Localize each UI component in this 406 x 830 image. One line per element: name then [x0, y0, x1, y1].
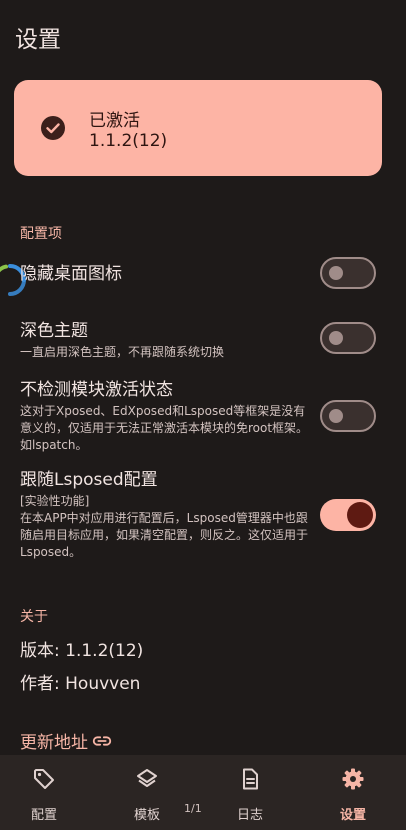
app-bar: 设置	[0, 0, 406, 72]
pref-dark-theme[interactable]: 深色主题 一直启用深色主题，不再跟随系统切换	[20, 320, 316, 361]
link-icon	[92, 735, 112, 746]
follow-lsposed-config-switch[interactable]	[320, 499, 376, 531]
page-indicator: 1/1	[184, 802, 202, 815]
switch-thumb	[329, 409, 343, 423]
pref-summary: 这对于Xposed、EdXposed和Lsposed等框架是没有意义的，仅适用于…	[20, 404, 309, 452]
dark-theme-switch[interactable]	[320, 322, 376, 354]
pref-title: 深色主题	[20, 321, 88, 341]
nav-label: 日志	[236, 808, 263, 823]
activation-status-card: 已激活 1.1.2(12)	[14, 80, 382, 176]
switch-thumb	[329, 266, 343, 280]
nav-item-logs[interactable]: 日志	[215, 755, 285, 830]
update-address-link[interactable]: 更新地址	[20, 728, 113, 753]
document-icon	[243, 768, 258, 790]
switch-thumb	[329, 331, 343, 345]
app-version: 版本: 1.1.2(12)	[20, 641, 144, 661]
activation-status-title: 已激活	[89, 111, 140, 131]
tag-icon	[34, 769, 54, 789]
gear-icon	[342, 768, 364, 790]
hide-launcher-icon-switch[interactable]	[320, 257, 376, 289]
check-circle-icon	[41, 116, 65, 140]
pref-follow-lsposed-config[interactable]: 跟随Lsposed配置 [实验性功能] 在本APP中对应用进行配置后，Lspos…	[20, 469, 316, 561]
nav-label: 配置	[30, 808, 57, 823]
activation-status-version: 1.1.2(12)	[89, 131, 168, 151]
nav-label: 模板	[133, 808, 160, 823]
bottom-navigation: 配置 模板 日志 设置 1/1	[0, 755, 406, 830]
pref-title: 跟随Lsposed配置	[20, 470, 158, 490]
pref-hide-launcher-icon[interactable]: 隐藏桌面图标	[20, 263, 316, 285]
nav-item-settings[interactable]: 设置	[318, 755, 388, 830]
section-label-about: 关于	[20, 609, 48, 625]
update-address-label: 更新地址	[20, 733, 88, 753]
nav-label: 设置	[339, 808, 366, 823]
layers-icon	[137, 769, 157, 787]
section-label-config: 配置项	[20, 226, 62, 242]
pref-summary-tag: [实验性功能]	[20, 494, 90, 508]
pref-summary: 一直启用深色主题，不再跟随系统切换	[20, 345, 225, 359]
pref-summary: 在本APP中对应用进行配置后，Lsposed管理器中也跟随启用目标应用，如果清空…	[20, 511, 309, 559]
pref-skip-activation-check[interactable]: 不检测模块激活状态 这对于Xposed、EdXposed和Lsposed等框架是…	[20, 379, 316, 454]
skip-activation-check-switch[interactable]	[320, 400, 376, 432]
pref-title: 隐藏桌面图标	[20, 264, 122, 284]
pref-title: 不检测模块激活状态	[20, 380, 173, 400]
app-author: 作者: Houvven	[20, 674, 141, 694]
page-title: 设置	[15, 27, 61, 53]
nav-item-config[interactable]: 配置	[9, 755, 79, 830]
switch-thumb	[347, 502, 373, 528]
nav-item-templates[interactable]: 模板	[112, 755, 182, 830]
